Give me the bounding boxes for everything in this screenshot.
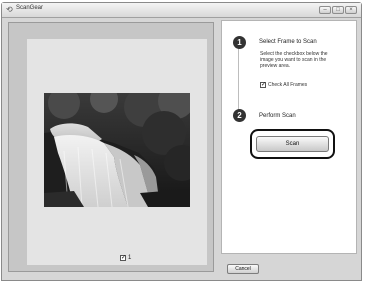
step-2-title: Perform Scan: [259, 113, 296, 119]
step-1-description: Select the checkbox below the image you …: [260, 51, 328, 69]
scan-button[interactable]: Scan: [256, 136, 329, 152]
scan-button-highlight: Scan: [250, 129, 335, 159]
step-2-icon: 2: [233, 109, 246, 122]
frame-checkbox[interactable]: ✓: [120, 255, 126, 261]
waterfall-image[interactable]: [44, 93, 190, 207]
maximize-icon[interactable]: □: [332, 6, 344, 14]
close-icon[interactable]: ×: [345, 6, 357, 14]
step-connector: [238, 43, 239, 113]
minimize-icon[interactable]: –: [319, 6, 331, 14]
scangear-icon: ⟲: [6, 5, 13, 14]
check-all-checkbox[interactable]: ✓: [260, 82, 266, 88]
check-all-frames[interactable]: ✓ Check All Frames: [260, 82, 307, 88]
frame-select: ✓ 1: [120, 255, 131, 261]
step-1-title: Select Frame to Scan: [259, 39, 317, 45]
cancel-button[interactable]: Cancel: [227, 264, 259, 274]
check-all-label: Check All Frames: [268, 82, 308, 88]
title-bar: ⟲ ScanGear – □ ×: [2, 3, 361, 18]
preview-area: ✓ 1: [8, 22, 214, 272]
step-1-icon: 1: [233, 36, 246, 49]
frame-number: 1: [128, 255, 132, 261]
steps-panel: 1 Select Frame to Scan Select the checkb…: [221, 20, 357, 254]
window-controls: – □ ×: [319, 6, 357, 15]
preview-page: ✓ 1: [27, 39, 207, 265]
footer-bar: Cancel: [221, 258, 357, 278]
window-title: ScanGear: [16, 5, 44, 11]
